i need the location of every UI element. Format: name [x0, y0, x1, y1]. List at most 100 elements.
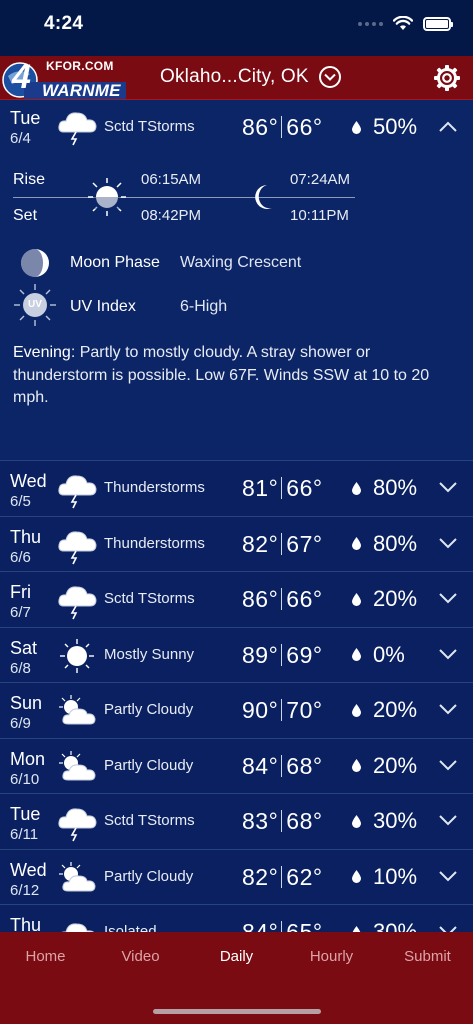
partly-cloudy-icon — [59, 861, 96, 891]
daily-row[interactable]: Wed 6/12 Partly Cloudy 82° 62° 10% — [0, 848, 473, 904]
today-precip: 50% — [352, 114, 417, 140]
battery-icon — [423, 16, 453, 31]
sun-icon — [88, 178, 126, 216]
logo-text-top: KFOR.COM — [46, 59, 114, 73]
row-condition: Partly Cloudy — [104, 701, 194, 718]
uv-icon-text: UV — [28, 299, 42, 310]
raindrop-icon — [352, 814, 361, 828]
chevron-down-icon — [318, 66, 341, 88]
tab-video[interactable]: Video — [93, 948, 188, 965]
row-condition: Sctd TStorms — [104, 590, 195, 607]
row-day: Fri 6/7 — [10, 582, 31, 621]
row-precip: 80% — [352, 531, 417, 557]
app-header: KFOR.COM 4 WARNME Oklaho...City, OK — [0, 56, 473, 100]
row-day: Tue 6/11 — [10, 804, 41, 843]
desc-text: : Partly to mostly cloudy. A stray showe… — [13, 344, 430, 406]
row-temps: 83° 68° — [242, 808, 323, 834]
partly-cloudy-icon — [59, 695, 96, 725]
status-icons — [358, 16, 453, 31]
row-temps: 82° 67° — [242, 530, 323, 557]
sun-icon — [60, 638, 94, 673]
moon-phase-value: Waxing Crescent — [180, 254, 302, 271]
tab-home[interactable]: Home — [0, 948, 93, 965]
moonset-time: 10:11PM — [290, 207, 349, 224]
row-temps: 82° 62° — [242, 863, 323, 890]
sun-divider — [13, 197, 355, 198]
row-precip: 10% — [352, 864, 417, 890]
daily-row[interactable]: Sun 6/9 Partly Cloudy 90° 70° 20% — [0, 682, 473, 737]
today-expanded-panel: Tue 6/4 Sctd TStorms 86° 66° 50% Rise Set … — [0, 100, 473, 460]
row-day: Sat 6/8 — [10, 637, 38, 677]
location-selector[interactable]: Oklaho...City, OK — [160, 66, 341, 88]
logo-number: 4 — [12, 58, 31, 96]
moonrise-time: 07:24AM — [290, 171, 351, 188]
kfor-logo[interactable]: KFOR.COM 4 WARNME — [0, 58, 128, 100]
raindrop-icon — [352, 537, 361, 550]
row-temps: 90° 70° — [242, 697, 323, 723]
daily-row[interactable]: Fri 6/7 Sctd TStorms 86° 66° 20% — [0, 571, 473, 626]
row-temps: 84° 68° — [242, 752, 323, 779]
row-day: Mon 6/10 — [10, 748, 46, 788]
daily-row[interactable]: Mon 6/10 Partly Cloudy 84° 68° 20% — [0, 737, 473, 793]
today-day: Tue 6/4 — [10, 108, 41, 147]
moon-phase-label: Moon Phase — [70, 254, 160, 271]
row-condition: Mostly Sunny — [104, 645, 195, 663]
moon-phase-icon — [21, 249, 49, 277]
raindrop-icon — [352, 870, 361, 883]
chevron-down-icon[interactable] — [439, 814, 457, 826]
row-precip: 0% — [352, 642, 405, 668]
gear-icon[interactable] — [433, 64, 461, 92]
row-precip: 20% — [352, 586, 417, 612]
chevron-down-icon[interactable] — [439, 648, 457, 660]
raindrop-icon — [352, 120, 361, 134]
uv-label: UV Index — [70, 298, 136, 315]
status-time: 4:24 — [44, 13, 84, 34]
moon-icon — [255, 185, 272, 209]
row-temps: 81° 66° — [242, 475, 323, 501]
thunderstorm-icon — [58, 112, 97, 146]
thunderstorm-icon — [58, 586, 97, 620]
row-condition: Partly Cloudy — [104, 756, 194, 774]
thunderstorm-icon — [58, 475, 97, 509]
chevron-down-icon[interactable] — [439, 481, 457, 493]
chevron-down-icon[interactable] — [439, 592, 457, 604]
row-day: Wed 6/12 — [10, 859, 47, 899]
forecast-description: Evening: Partly to mostly cloudy. A stra… — [13, 342, 453, 410]
row-precip: 20% — [352, 753, 417, 779]
chevron-down-icon[interactable] — [439, 703, 457, 715]
row-day: Wed 6/5 — [10, 471, 47, 510]
sunrise-time: 06:15AM — [141, 171, 202, 188]
row-precip: 30% — [352, 808, 417, 834]
logo-text-bottom: WARNME — [42, 81, 121, 100]
home-indicator — [153, 1009, 321, 1014]
daily-row[interactable]: Tue 6/11 Sctd TStorms 83° 68° 30% — [0, 793, 473, 848]
partly-cloudy-icon — [59, 750, 96, 780]
chevron-down-icon[interactable] — [439, 537, 457, 549]
sunset-time: 08:42PM — [141, 207, 202, 224]
tab-hourly[interactable]: Hourly — [284, 948, 379, 965]
row-condition: Sctd TStorms — [104, 812, 195, 829]
wifi-icon — [393, 16, 413, 30]
tab-submit[interactable]: Submit — [380, 948, 473, 965]
daily-row[interactable]: Thu 6/6 Thunderstorms 82° 67° 80% — [0, 515, 473, 571]
row-temps: 89° 69° — [242, 641, 323, 668]
location-label: Oklaho...City, OK — [160, 66, 309, 87]
daily-row[interactable]: Sat 6/8 Mostly Sunny 89° 69° 0% — [0, 626, 473, 682]
row-precip: 20% — [352, 697, 417, 723]
raindrop-icon — [352, 759, 361, 772]
row-condition: Thunderstorms — [104, 479, 205, 496]
chevron-down-icon[interactable] — [439, 759, 457, 771]
daily-row[interactable]: Wed 6/5 Thunderstorms 81° 66° 80% — [0, 460, 473, 515]
tab-daily[interactable]: Daily — [189, 948, 284, 965]
set-label: Set — [13, 207, 38, 224]
uv-value: 6-High — [180, 298, 228, 315]
raindrop-icon — [352, 703, 361, 717]
rise-label: Rise — [13, 171, 46, 188]
row-condition: Thunderstorms — [104, 534, 205, 552]
today-condition: Sctd TStorms — [104, 118, 195, 135]
raindrop-icon — [352, 592, 361, 606]
thunderstorm-icon — [58, 808, 97, 842]
row-precip: 80% — [352, 475, 417, 501]
chevron-down-icon[interactable] — [439, 870, 457, 882]
chevron-up-icon[interactable] — [439, 121, 457, 133]
